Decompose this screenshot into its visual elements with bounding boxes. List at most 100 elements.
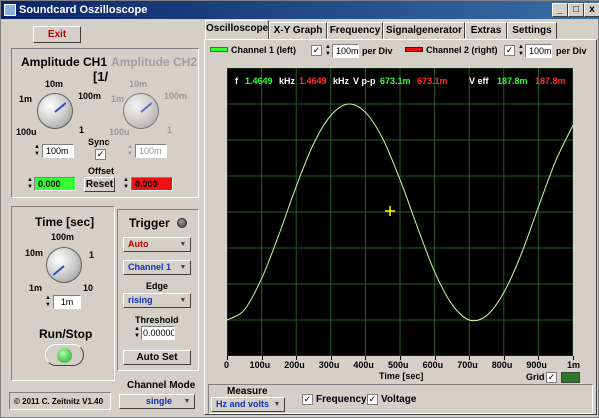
minimize-button[interactable]: _ — [552, 3, 568, 17]
trigger-mode-value: Auto — [128, 239, 149, 249]
channel1-perdiv-spinner[interactable]: ▲ ▼ — [324, 44, 332, 58]
channel1-perdiv-field[interactable]: 100m — [332, 44, 359, 58]
tab-signalgenerator[interactable]: Signalgenerator — [383, 22, 465, 39]
ch1-knob-label-1m: 1m — [19, 94, 33, 104]
amplitude-ch1-title: Amplitude CH1 — [21, 55, 108, 69]
trigger-channel-dropdown-icon: ▼ — [179, 264, 187, 271]
trigger-led-icon — [177, 218, 187, 228]
time-knob-label-10: 10 — [83, 283, 94, 293]
ch1-knob-label-100u: 100u — [16, 127, 37, 137]
scope-plot-area[interactable]: f 1.4649 kHz 1.4649 kHz V p-p 673.1m 673… — [227, 68, 573, 356]
x-tick-label: 0 — [224, 360, 230, 370]
channel1-checkbox[interactable]: ✓ — [311, 45, 322, 56]
ch2-amplitude-field[interactable]: 100m — [135, 144, 167, 158]
tab-extras[interactable]: Extras — [465, 22, 507, 39]
bracket-text: [1/ — [93, 69, 109, 84]
title-bar: Soundcard Oszilloscope — [1, 1, 599, 19]
x-tick-mark — [573, 356, 574, 360]
amplitude-ch2-title: Amplitude CH2 — [111, 55, 198, 69]
amplitude-ch1-knob[interactable] — [37, 93, 73, 129]
trigger-mode-select[interactable]: Auto ▼ — [123, 237, 191, 252]
scope-plot-svg — [227, 68, 573, 356]
time-knob-label-10m: 10m — [25, 248, 44, 258]
channel2-perdiv-spinner[interactable]: ▲ ▼ — [517, 44, 525, 58]
channel-mode-select[interactable]: single ▼ — [119, 394, 195, 409]
offset-ch2-field[interactable]: 0.000 — [131, 177, 173, 191]
sync-checkbox[interactable]: ✓ — [95, 149, 106, 160]
offset-label: Offset — [88, 166, 115, 176]
cursor-crosshair-icon — [385, 206, 395, 216]
trigger-channel-select[interactable]: Channel 1 ▼ — [123, 260, 191, 275]
ch1-knob-label-100m: 100m — [78, 91, 102, 101]
vpp-ch2-value: 673.1m — [417, 76, 448, 86]
channel-mode-value: single — [145, 396, 172, 406]
offset-ch2-spinner[interactable]: ▲ ▼ — [122, 177, 130, 191]
amplitude-ch1-knob-needle — [54, 102, 67, 113]
threshold-field[interactable]: 0.000000 — [141, 326, 175, 340]
x-tick-label: 1m — [567, 360, 581, 370]
voltage-checkbox[interactable]: ✓ — [367, 394, 378, 405]
run-stop-button[interactable] — [45, 344, 84, 366]
veff-label: V eff — [469, 76, 489, 86]
x-tick-mark — [400, 356, 401, 360]
freq-ch1-value: 1.4649 — [245, 76, 273, 86]
x-axis-label: Time [sec] — [379, 371, 424, 381]
trigger-channel-value: Channel 1 — [128, 262, 172, 272]
ch2-knob-label-100m: 100m — [164, 91, 188, 101]
x-tick-mark — [469, 356, 470, 360]
channel2-color-swatch — [405, 47, 423, 52]
voltage-check-label: Voltage — [381, 394, 417, 405]
close-button[interactable]: x — [584, 3, 599, 17]
scope-grid — [227, 68, 573, 356]
channel2-perdiv-label: per Div — [556, 46, 587, 56]
tab-oscilloscope[interactable]: Oscilloscope — [205, 20, 269, 40]
trigger-mode-dropdown-icon: ▼ — [179, 241, 187, 248]
measure-select[interactable]: Hz and volts ▼ — [211, 397, 285, 412]
x-tick-mark — [435, 356, 436, 360]
ch1-knob-label-10m: 10m — [45, 79, 64, 89]
ch1-amplitude-field[interactable]: 100m — [42, 144, 74, 158]
frequency-checkbox[interactable]: ✓ — [302, 394, 313, 405]
x-tick-mark — [296, 356, 297, 360]
veff-ch2-value: 187.8m — [535, 76, 566, 86]
window-title: Soundcard Oszilloscope — [19, 4, 148, 16]
maximize-button[interactable]: □ — [568, 3, 584, 17]
x-tick-label: 100u — [249, 360, 271, 370]
tab-xy-graph[interactable]: X-Y Graph — [269, 22, 327, 39]
ch1-amplitude-spinner[interactable]: ▲ ▼ — [33, 144, 41, 158]
copyright-panel — [9, 392, 111, 410]
freq-unit-2: kHz — [333, 76, 350, 86]
time-spinner[interactable]: ▲ ▼ — [44, 295, 52, 309]
x-tick-label: 500u — [388, 360, 409, 370]
threshold-spinner[interactable]: ▲ ▼ — [133, 326, 141, 340]
grid-color-swatch[interactable] — [561, 372, 580, 383]
auto-set-button[interactable]: Auto Set — [123, 350, 191, 365]
grid-label: Grid — [526, 372, 545, 382]
tab-frequency[interactable]: Frequency — [327, 22, 383, 39]
exit-button[interactable]: Exit — [33, 26, 81, 43]
freq-ch2-value: 1.4649 — [299, 76, 327, 86]
offset-ch1-field[interactable]: 0.000 — [34, 177, 76, 191]
x-tick-mark — [227, 356, 228, 360]
ch2-knob-label-10m: 10m — [129, 79, 148, 89]
offset-ch1-spinner[interactable]: ▲ ▼ — [26, 177, 34, 191]
channel1-color-swatch — [210, 47, 228, 52]
time-knob-label-1: 1 — [89, 250, 95, 260]
app-icon — [4, 4, 16, 16]
edge-select[interactable]: rising ▼ — [123, 293, 191, 308]
x-tick-label: 300u — [318, 360, 340, 370]
channel2-perdiv-field[interactable]: 100m — [525, 44, 552, 58]
x-tick-label: 800u — [491, 360, 513, 370]
measure-label: Measure — [227, 386, 268, 397]
tab-settings[interactable]: Settings — [507, 22, 557, 39]
time-knob[interactable] — [46, 247, 82, 283]
channel1-perdiv-label: per Div — [362, 46, 393, 56]
channel-mode-dropdown-icon: ▼ — [183, 398, 191, 405]
time-field[interactable]: 1m — [53, 295, 81, 309]
freq-unit-1: kHz — [279, 76, 296, 86]
grid-checkbox[interactable]: ✓ — [546, 372, 557, 383]
channel2-checkbox[interactable]: ✓ — [504, 45, 515, 56]
ch2-amplitude-spinner[interactable]: ▲ ▼ — [126, 144, 134, 158]
reset-button[interactable]: Reset — [84, 177, 115, 192]
amplitude-ch2-knob[interactable] — [123, 93, 159, 129]
